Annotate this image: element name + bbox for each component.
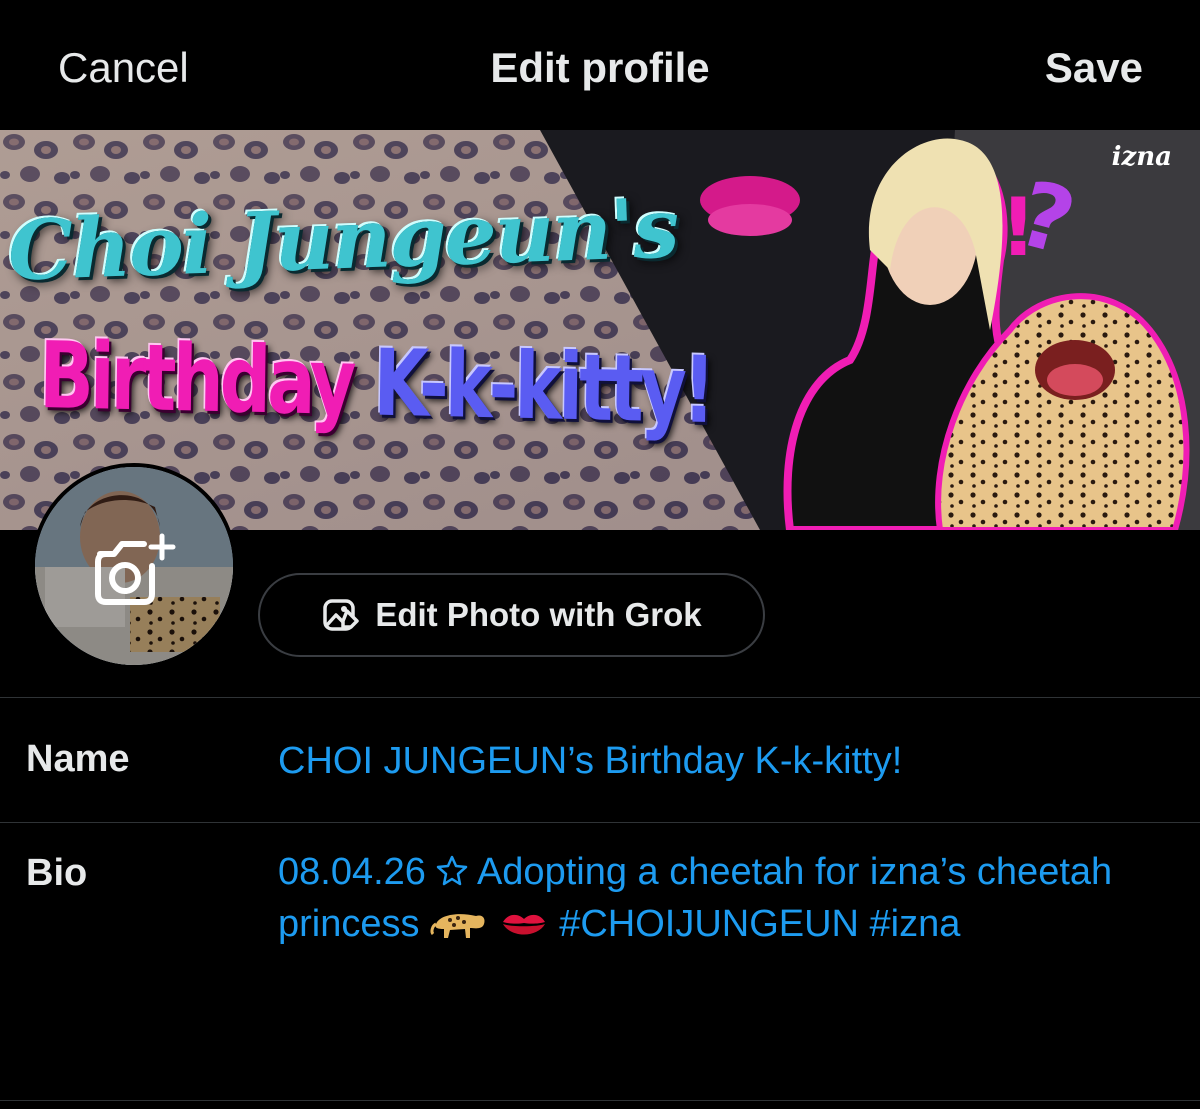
avatar[interactable] (31, 463, 237, 669)
banner-title-line2: Birthday K-k-kitty! (39, 322, 713, 444)
svg-text:!: ! (1000, 181, 1036, 274)
bio-hashtags[interactable]: #CHOIJUNGEUN #izna (559, 903, 960, 945)
edit-photo-with-grok-label: Edit Photo with Grok (375, 596, 702, 633)
leopard-emoji-icon (430, 914, 485, 938)
ai-image-edit-icon (323, 599, 360, 631)
name-field-label: Name (26, 738, 130, 780)
divider (0, 1100, 1200, 1101)
bio-date: 08.04.26 (278, 851, 426, 893)
edit-photo-with-grok-button[interactable]: Edit Photo with Grok (258, 573, 765, 657)
divider (0, 822, 1200, 823)
bio-field[interactable]: 08.04.26 Adopting a cheetah for izna’s c… (278, 846, 1158, 950)
save-button[interactable]: Save (1045, 44, 1143, 92)
add-photo-icon[interactable] (92, 532, 178, 608)
banner-title-blue: K-k-kitty! (372, 329, 713, 445)
kiss-mark-emoji-icon (502, 914, 545, 935)
divider (0, 697, 1200, 698)
name-field[interactable]: CHOI JUNGEUN’s Birthday K-k-kitty! (278, 735, 902, 787)
top-bar: Cancel Edit profile Save (0, 0, 1200, 130)
bio-field-label: Bio (26, 852, 88, 894)
page-title: Edit profile (490, 44, 710, 91)
star-icon (437, 855, 468, 886)
banner-title-pink: Birthday (38, 322, 375, 437)
izna-logo: izna (1111, 142, 1172, 172)
